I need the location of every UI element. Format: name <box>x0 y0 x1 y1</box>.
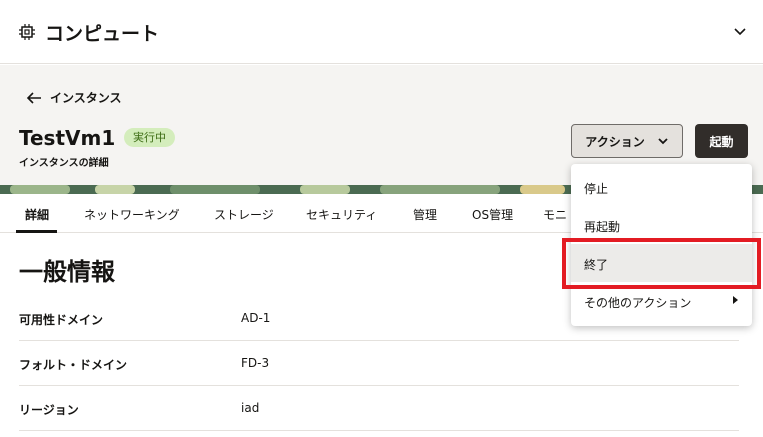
chip-icon <box>19 24 35 40</box>
tab-security[interactable]: セキュリティ <box>306 206 377 223</box>
tab-details[interactable]: 詳細 <box>25 206 49 223</box>
detail-row: リージョン iad <box>19 386 739 431</box>
detail-value: AD-1 <box>241 311 271 325</box>
instance-subtitle: インスタンスの詳細 <box>19 158 109 169</box>
detail-key: 可用性ドメイン <box>19 313 104 327</box>
status-badge: 実行中 <box>124 128 175 147</box>
actions-label: アクション <box>585 134 645 149</box>
detail-key: リージョン <box>19 403 79 417</box>
active-tab-indicator <box>16 230 57 233</box>
caret-right-icon <box>733 296 738 304</box>
start-button[interactable]: 起動 <box>695 124 748 158</box>
chevron-down-icon[interactable] <box>733 24 747 38</box>
highlight-box <box>562 238 761 289</box>
tab-os-management[interactable]: OS管理 <box>472 206 513 223</box>
page-header-title: コンピュート <box>45 23 160 45</box>
menu-item-label: 再起動 <box>584 220 621 234</box>
actions-button[interactable]: アクション <box>571 124 683 158</box>
section-title: 一般情報 <box>19 258 115 286</box>
back-label: インスタンス <box>50 91 122 105</box>
menu-item-label: その他のアクション <box>584 296 692 310</box>
detail-key: フォルト・ドメイン <box>19 358 128 372</box>
back-to-instances-link[interactable]: インスタンス <box>26 89 122 106</box>
tab-monitoring[interactable]: モニ <box>543 206 567 223</box>
menu-item-label: 停止 <box>584 182 609 196</box>
tab-storage[interactable]: ストレージ <box>214 206 274 223</box>
tab-networking[interactable]: ネットワーキング <box>84 206 180 223</box>
menu-item-stop[interactable]: 停止 <box>571 168 752 206</box>
top-header: コンピュート <box>0 0 763 64</box>
instance-name: TestVm1 <box>19 126 116 150</box>
detail-value: FD-3 <box>241 356 270 370</box>
detail-value: iad <box>241 401 260 415</box>
arrow-left-icon <box>26 91 41 104</box>
tab-management[interactable]: 管理 <box>413 206 437 223</box>
detail-row: フォルト・ドメイン FD-3 <box>19 341 739 386</box>
chevron-down-icon <box>658 138 668 145</box>
